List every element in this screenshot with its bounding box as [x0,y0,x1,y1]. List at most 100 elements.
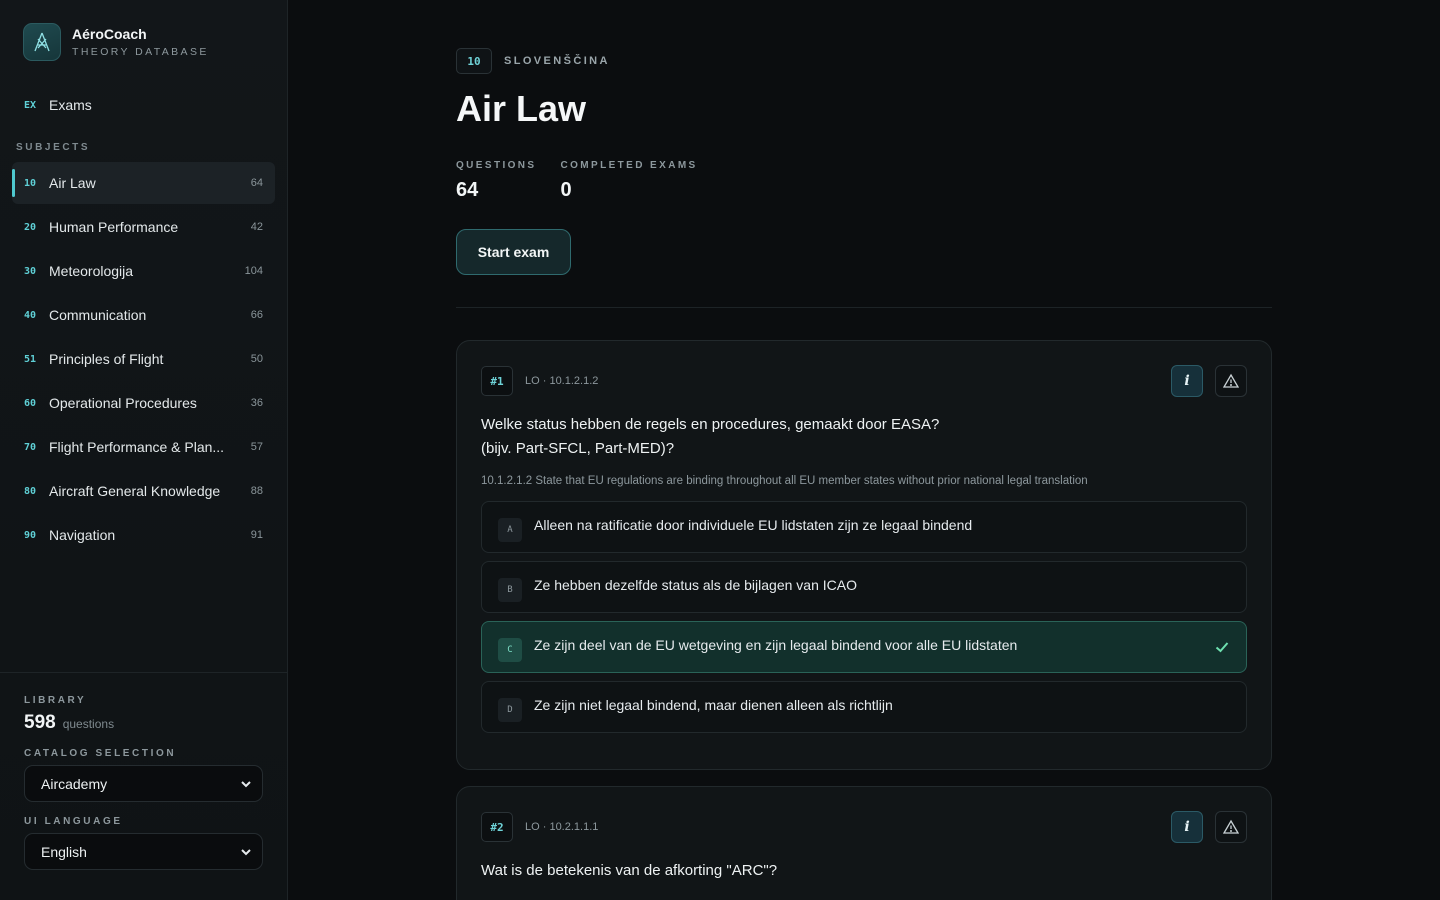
subject-count: 64 [250,177,263,189]
subject-code: 40 [24,309,37,321]
answer-option-c[interactable]: C Ze zijn deel van de EU wetgeving en zi… [481,621,1247,673]
report-button[interactable] [1215,811,1247,843]
subject-count: 88 [250,485,263,497]
subject-code: 20 [24,221,37,233]
stat-completed-exams: COMPLETED EXAMS 0 [561,160,698,202]
learning-objective: LO · 10.2.1.1.1 [525,821,599,833]
sidebar-footer: LIBRARY 598 questions CATALOG SELECTION … [0,672,287,900]
question-number: #2 [481,812,513,842]
info-icon: i [1184,373,1190,389]
catalog-value: Aircademy [41,775,108,792]
app-root: AéroCoach THEORY DATABASE EX Exams SUBJE… [0,0,1440,900]
answer-option-a[interactable]: A Alleen na ratificatie door individuele… [481,501,1247,553]
language-value: English [41,843,87,860]
subject-label: Aircraft General Knowledge [49,483,221,499]
subject-list: 10 Air Law 64 20 Human Performance 42 30… [12,162,275,558]
answer-letter: B [498,578,522,602]
answer-text: Ze hebben dezelfde status als de bijlage… [534,577,857,593]
subject-item-air-law[interactable]: 10 Air Law 64 [12,162,275,204]
answer-list: A Alleen na ratificatie door individuele… [481,501,1247,733]
language-select[interactable]: English [24,833,263,870]
chevron-down-icon [241,780,251,787]
subjects-title: SUBJECTS [16,142,91,153]
answer-letter: A [498,518,522,542]
question-number: #1 [481,366,513,396]
subject-item-principles-of-flight[interactable]: 51 Principles of Flight 50 [12,338,275,380]
subject-header-meta: 10 SLOVENŠČINA [456,48,610,74]
subject-label: Human Performance [49,219,179,235]
start-exam-button[interactable]: Start exam [456,229,571,275]
info-icon: i [1184,819,1190,835]
question-text-line: Welke status hebben de regels en procedu… [481,416,940,433]
subject-code: 10 [24,177,37,189]
subject-label: Meteorologija [49,263,134,279]
subject-count: 104 [244,265,263,277]
subject-count: 42 [250,221,263,233]
stat-label: COMPLETED EXAMS [560,160,698,171]
subject-label: Operational Procedures [49,395,197,411]
subject-item-operational-procedures[interactable]: 60 Operational Procedures 36 [12,382,275,424]
subject-count: 66 [250,309,263,321]
subject-item-meteorologija[interactable]: 30 Meteorologija 104 [12,250,275,292]
answer-option-b[interactable]: B Ze hebben dezelfde status als de bijla… [481,561,1247,613]
nav-exams[interactable]: EX Exams [12,87,275,123]
question-text: Wat is de betekenis van de afkorting "AR… [481,862,778,879]
language-label: UI LANGUAGE [24,816,123,827]
library-label: LIBRARY [24,695,87,706]
divider [456,307,1272,308]
brand[interactable]: AéroCoach THEORY DATABASE [23,23,209,61]
catalog-select[interactable]: Aircademy [24,765,263,802]
subject-code: 70 [24,441,37,453]
subject-count: 36 [250,397,263,409]
subject-code: 80 [24,485,37,497]
report-button[interactable] [1215,365,1247,397]
brand-name: AéroCoach [72,25,147,42]
subject-label: Navigation [49,527,116,543]
subject-label: Communication [49,307,147,323]
stat-questions: QUESTIONS 64 [456,160,537,202]
subject-label: Flight Performance & Plan... [49,439,225,455]
answer-letter: C [498,638,522,662]
logo-icon [23,23,61,61]
subject-label: Air Law [49,175,96,191]
question-text-line: (bijv. Part-SFCL, Part-MED)? [481,440,675,457]
subject-code: 90 [24,529,37,541]
content-language: SLOVENŠČINA [504,55,610,67]
library-summary: 598 questions [24,712,263,734]
warning-icon [1223,819,1239,834]
warning-icon [1223,373,1239,388]
question-card: #2 LO · 10.2.1.1.1 i Wat is de betekenis… [456,786,1272,900]
answer-option-d[interactable]: D Ze zijn niet legaal bindend, maar dien… [481,681,1247,733]
answer-letter: D [498,698,522,722]
subject-item-navigation[interactable]: 90 Navigation 91 [12,514,275,556]
chevron-down-icon [241,848,251,855]
main-content: 10 SLOVENŠČINA Air Law QUESTIONS 64 COMP… [288,0,1440,900]
stat-label: QUESTIONS [456,160,537,171]
library-count: 598 [24,712,56,733]
info-button[interactable]: i [1171,811,1203,843]
subject-item-human-performance[interactable]: 20 Human Performance 42 [12,206,275,248]
subject-item-flight-performance[interactable]: 70 Flight Performance & Plan... 57 [12,426,275,468]
nav-label: Exams [49,97,92,113]
brand-subtitle: THEORY DATABASE [72,45,209,58]
subject-count: 50 [250,353,263,365]
subject-item-communication[interactable]: 40 Communication 66 [12,294,275,336]
subject-item-aircraft-general-knowledge[interactable]: 80 Aircraft General Knowledge 88 [12,470,275,512]
catalog-label: CATALOG SELECTION [24,748,177,759]
question-text: Welke status hebben de regels en procedu… [481,413,1247,461]
stats: QUESTIONS 64 COMPLETED EXAMS 0 [456,160,722,202]
stat-value: 64 [456,179,479,201]
nav-code: EX [24,99,37,111]
answer-text: Ze zijn niet legaal bindend, maar dienen… [534,697,893,713]
answer-text: Alleen na ratificatie door individuele E… [534,517,973,533]
check-icon [1215,642,1229,653]
library-unit: questions [62,717,115,731]
stat-value: 0 [560,179,572,201]
subject-code: 60 [24,397,37,409]
sidebar: AéroCoach THEORY DATABASE EX Exams SUBJE… [0,0,288,900]
subject-count: 91 [250,529,263,541]
subject-code-badge: 10 [456,48,492,74]
info-button[interactable]: i [1171,365,1203,397]
subject-label: Principles of Flight [49,351,164,367]
subject-count: 57 [250,441,263,453]
